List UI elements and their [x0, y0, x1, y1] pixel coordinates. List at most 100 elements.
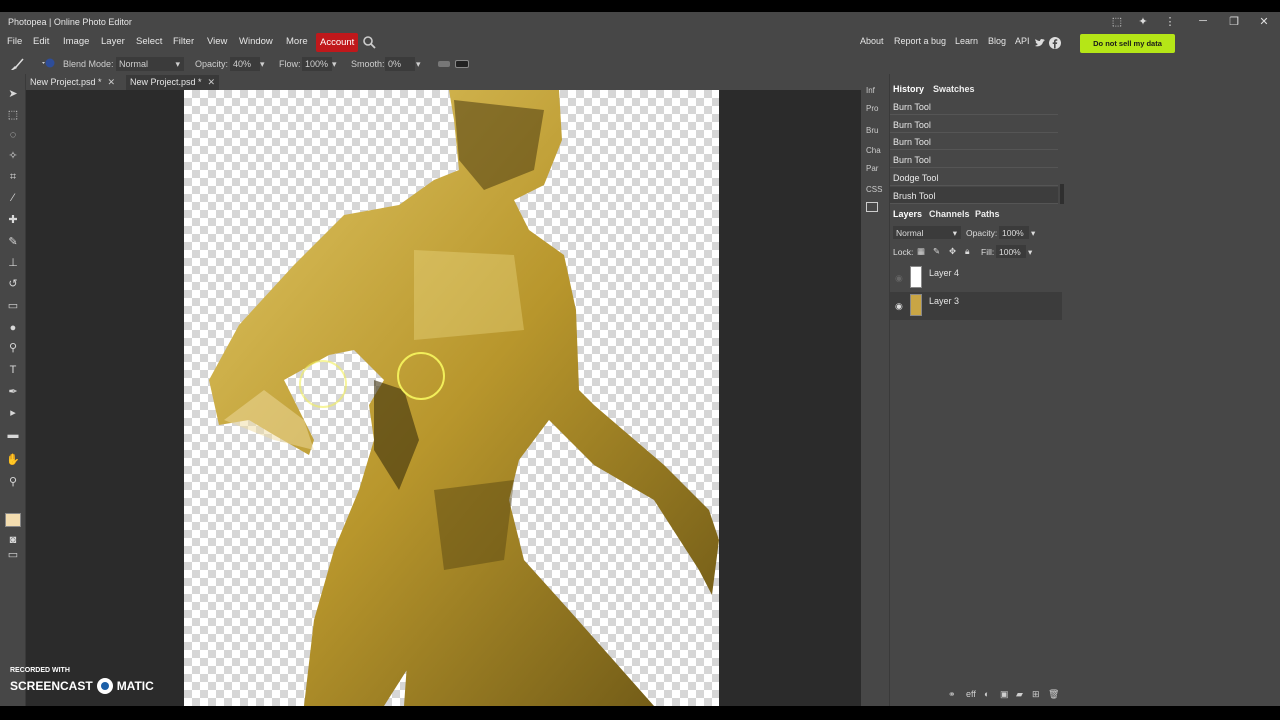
- close-tab-icon[interactable]: ✕: [208, 77, 216, 87]
- history-brush-tool-icon[interactable]: ↺: [5, 276, 21, 292]
- tab-channels[interactable]: Channels: [929, 209, 970, 219]
- menu-image[interactable]: Image: [63, 36, 89, 47]
- menu-edit[interactable]: Edit: [33, 36, 49, 47]
- history-item[interactable]: Burn Tool: [890, 98, 1058, 115]
- quick-mask-icon[interactable]: ◙: [5, 532, 21, 548]
- clone-stamp-tool-icon[interactable]: ⊥: [5, 255, 21, 271]
- menu-more[interactable]: More: [286, 36, 308, 47]
- marquee-tool-icon[interactable]: ⬚: [5, 107, 21, 123]
- zoom-tool-icon[interactable]: ⚲: [5, 474, 21, 490]
- document-canvas[interactable]: [184, 90, 719, 706]
- history-item[interactable]: Dodge Tool: [890, 169, 1058, 186]
- screen-mode-icon[interactable]: ▭: [5, 547, 21, 563]
- api-link[interactable]: API: [1015, 36, 1030, 46]
- layer-opacity-field[interactable]: 100%: [999, 226, 1029, 239]
- lock-pixels-icon[interactable]: ✎: [933, 246, 940, 257]
- history-item[interactable]: Burn Tool: [890, 116, 1058, 133]
- layer-row-layer-3[interactable]: ◉ Layer 3: [890, 292, 1062, 320]
- new-layer-icon[interactable]: ⊞: [1032, 689, 1040, 700]
- more-options-icon[interactable]: ⋮: [1161, 15, 1179, 28]
- magic-wand-tool-icon[interactable]: ✧: [5, 148, 21, 164]
- hand-tool-icon[interactable]: ✋: [5, 452, 21, 468]
- shape-tool-icon[interactable]: ▬: [5, 427, 21, 443]
- history-item[interactable]: Burn Tool: [890, 151, 1058, 168]
- facebook-icon[interactable]: [1049, 36, 1061, 49]
- account-button[interactable]: Account: [316, 33, 359, 52]
- layer-effects-icon[interactable]: eff: [966, 689, 976, 699]
- link-layers-icon[interactable]: ⚭: [948, 689, 956, 700]
- menu-filter[interactable]: Filter: [173, 36, 194, 47]
- clipboard-icon[interactable]: ⬚: [1108, 15, 1126, 28]
- visibility-hidden-icon[interactable]: ◉: [895, 273, 903, 284]
- side-tab-character[interactable]: Cha: [866, 146, 881, 155]
- pressure-icon[interactable]: [455, 60, 469, 68]
- side-tab-css[interactable]: CSS: [866, 185, 882, 194]
- report-bug-link[interactable]: Report a bug: [894, 36, 946, 46]
- twitter-icon[interactable]: [1034, 36, 1046, 48]
- flow-dropdown-icon[interactable]: ▾: [332, 59, 337, 70]
- smooth-field[interactable]: 0%: [385, 57, 415, 71]
- menu-window[interactable]: Window: [239, 36, 273, 47]
- menu-layer[interactable]: Layer: [101, 36, 125, 47]
- pen-tool-icon[interactable]: ✒: [5, 384, 21, 400]
- layer-blend-select[interactable]: Normal ▾: [893, 226, 961, 239]
- text-tool-icon[interactable]: T: [5, 362, 21, 378]
- brush-tool-icon[interactable]: [9, 56, 25, 72]
- minimize-icon[interactable]: ─: [1194, 15, 1212, 27]
- crop-tool-icon[interactable]: ⌗: [5, 169, 21, 185]
- menu-view[interactable]: View: [207, 36, 227, 47]
- dodge-tool-icon[interactable]: ⚲: [5, 340, 21, 356]
- search-icon[interactable]: [362, 35, 376, 49]
- image-panel-icon[interactable]: [866, 202, 878, 212]
- tab-paths[interactable]: Paths: [975, 209, 1000, 219]
- blend-mode-select[interactable]: Normal ▾: [116, 57, 184, 71]
- smooth-dropdown-icon[interactable]: ▾: [416, 59, 421, 70]
- flow-field[interactable]: 100%: [302, 57, 332, 71]
- delete-layer-icon[interactable]: 🗑︎: [1048, 689, 1059, 700]
- opacity-dropdown-icon[interactable]: ▾: [260, 59, 265, 70]
- path-select-tool-icon[interactable]: ▸: [5, 405, 21, 421]
- canvas-workspace[interactable]: [26, 90, 861, 706]
- fill-dropdown-icon[interactable]: ▾: [1028, 247, 1032, 258]
- healing-tool-icon[interactable]: ✚: [5, 212, 21, 228]
- lock-transparency-icon[interactable]: ▦: [917, 246, 925, 257]
- side-tab-paragraph[interactable]: Par: [866, 164, 878, 173]
- maximize-icon[interactable]: ❐: [1225, 15, 1243, 28]
- close-icon[interactable]: ✕: [1255, 15, 1273, 28]
- tab-document-2[interactable]: New Project.psd * ✕: [126, 75, 220, 90]
- opacity-field[interactable]: 40%: [230, 57, 260, 71]
- menu-file[interactable]: File: [7, 36, 22, 47]
- tab-history[interactable]: History: [893, 84, 924, 94]
- blur-tool-icon[interactable]: ●: [5, 320, 21, 336]
- extension-icon[interactable]: ✦: [1134, 15, 1152, 28]
- tab-swatches[interactable]: Swatches: [933, 84, 975, 94]
- eraser-tool-icon[interactable]: ▭: [5, 298, 21, 314]
- brush-preset-dropdown[interactable]: [40, 58, 58, 70]
- visibility-eye-icon[interactable]: ◉: [895, 301, 903, 312]
- new-group-icon[interactable]: ▰: [1016, 689, 1023, 700]
- history-item[interactable]: Burn Tool: [890, 133, 1058, 150]
- move-tool-icon[interactable]: ➤: [5, 86, 21, 102]
- eyedropper-tool-icon[interactable]: ⁄: [5, 190, 21, 206]
- side-tab-info[interactable]: Inf: [866, 86, 875, 95]
- side-tab-brush[interactable]: Bru: [866, 126, 878, 135]
- foreground-color-swatch[interactable]: [5, 513, 21, 527]
- tab-layers[interactable]: Layers: [893, 209, 922, 219]
- adjustment-layer-icon[interactable]: ◐: [984, 689, 989, 699]
- close-tab-icon[interactable]: ✕: [108, 77, 116, 87]
- brush-tool-icon-side[interactable]: ✎: [5, 234, 21, 250]
- menu-select[interactable]: Select: [136, 36, 162, 47]
- lock-all-icon[interactable]: 🔒︎: [965, 246, 970, 257]
- airbrush-icon[interactable]: [438, 61, 450, 67]
- layer-mask-icon[interactable]: ▣: [1000, 689, 1009, 700]
- side-tab-properties[interactable]: Pro: [866, 104, 878, 113]
- lasso-tool-icon[interactable]: ◌: [5, 127, 21, 143]
- layer-opacity-dropdown-icon[interactable]: ▾: [1031, 228, 1035, 239]
- learn-link[interactable]: Learn: [955, 36, 978, 46]
- tab-document-1[interactable]: New Project.psd * ✕: [26, 75, 119, 90]
- fill-field[interactable]: 100%: [996, 245, 1026, 258]
- blog-link[interactable]: Blog: [988, 36, 1006, 46]
- about-link[interactable]: About: [860, 36, 884, 46]
- history-scrollbar[interactable]: [1060, 184, 1064, 204]
- do-not-sell-button[interactable]: Do not sell my data: [1080, 34, 1175, 53]
